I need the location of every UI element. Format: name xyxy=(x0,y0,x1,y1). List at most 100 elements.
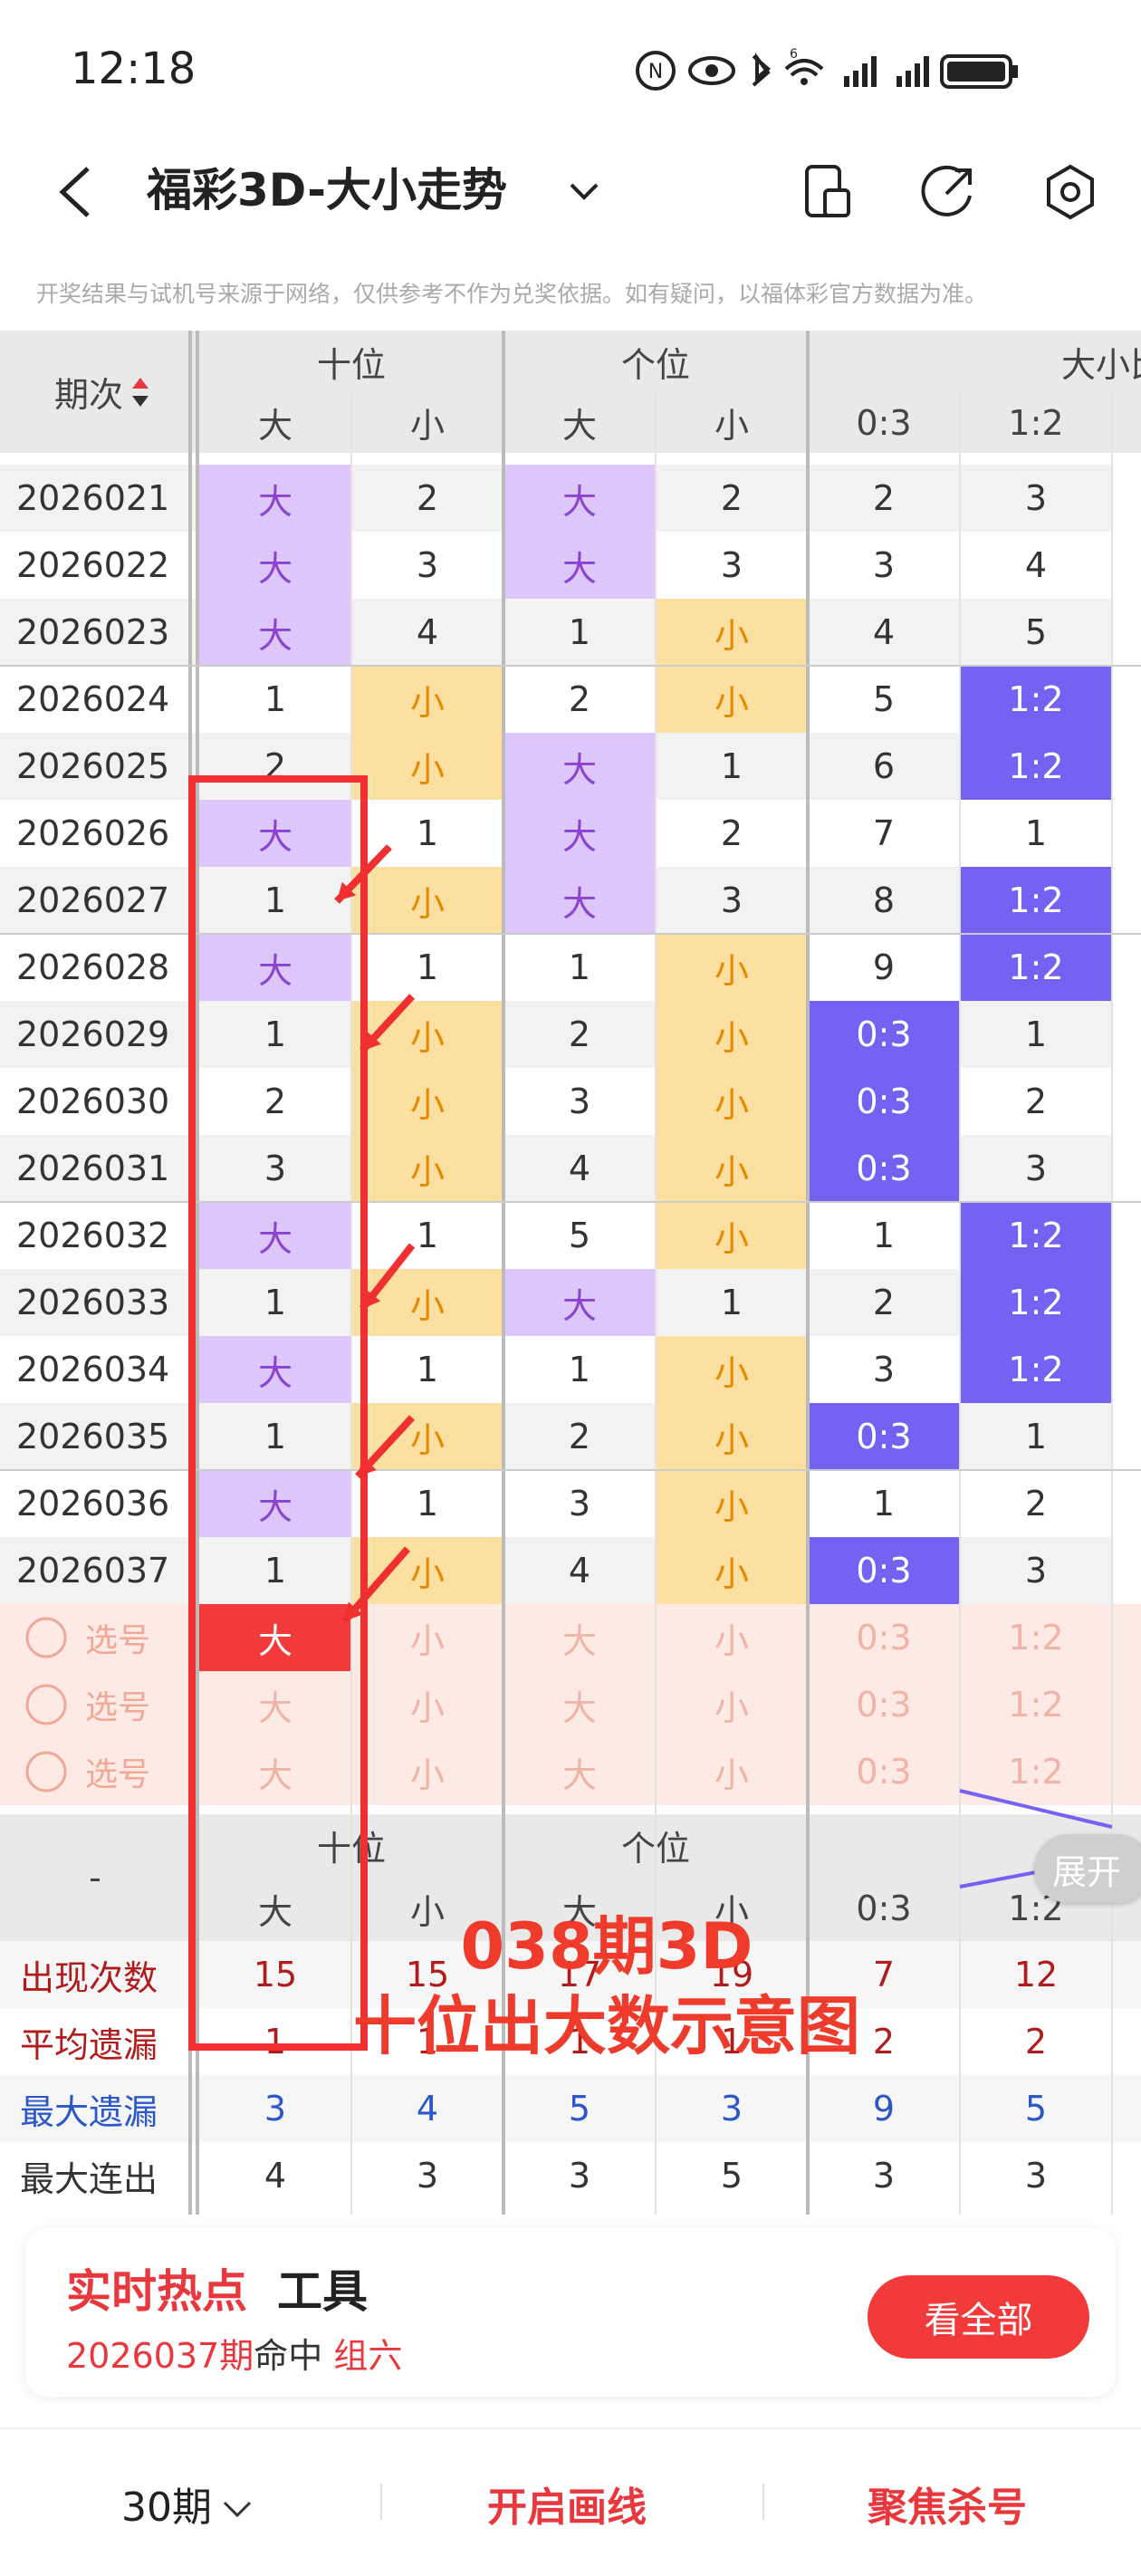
pick-cell[interactable]: 小 xyxy=(351,1604,503,1671)
value-cell: 1 xyxy=(872,1484,896,1523)
group-header-units: 个位 xyxy=(503,331,808,392)
pick-label: 选号 xyxy=(85,1756,151,1793)
share-icon[interactable] xyxy=(919,163,977,221)
pick-label: 选号 xyxy=(85,1622,151,1659)
chevron-down-icon xyxy=(223,2501,252,2518)
radio-icon[interactable] xyxy=(24,1682,69,1727)
pick-selector[interactable]: 选号 xyxy=(0,1604,190,1671)
pick-cell[interactable]: 大 xyxy=(199,1738,351,1805)
pick-cell[interactable]: 大 xyxy=(503,1738,656,1805)
divider xyxy=(380,2484,382,2520)
status-bar: 12:18 N 6 xyxy=(0,0,1141,136)
value-cell: 1:2 xyxy=(960,1202,1112,1269)
svg-text:6: 6 xyxy=(790,47,798,62)
stats-value: 3 xyxy=(416,2156,439,2196)
pick-selector[interactable]: 选号 xyxy=(0,1671,190,1738)
radio-icon[interactable] xyxy=(24,1749,69,1794)
ratio-overflow-cell xyxy=(1112,733,1141,800)
ratio-overflow-cell xyxy=(1112,532,1141,599)
pick-cell[interactable]: 小 xyxy=(656,1738,808,1805)
pick-cell[interactable]: 小 xyxy=(656,1671,808,1738)
pick-cell[interactable]: 1:2 xyxy=(960,1604,1112,1671)
stats-value: 3 xyxy=(872,2156,896,2196)
pick-cell[interactable]: 大 xyxy=(503,1671,656,1738)
pick-cell[interactable]: 小 xyxy=(351,1738,503,1805)
value-cell: 3 xyxy=(872,1350,896,1389)
value-cell: 2 xyxy=(872,1283,896,1322)
radio-icon[interactable] xyxy=(24,1615,69,1660)
expand-button[interactable]: 展开 xyxy=(1034,1834,1141,1903)
period-cell: 2026022 xyxy=(16,545,170,585)
value-cell: 1:2 xyxy=(960,733,1112,800)
ratio-overflow-cell xyxy=(1112,1336,1141,1403)
value-cell: 大 xyxy=(199,1470,351,1537)
draw-line-button[interactable]: 开启画线 xyxy=(487,2475,647,2533)
value-cell: 4 xyxy=(872,612,896,652)
value-cell: 3 xyxy=(872,545,896,585)
period-cell: 2026026 xyxy=(16,813,170,853)
period-header[interactable]: 期次 xyxy=(0,331,190,453)
value-cell: 2 xyxy=(568,1417,591,1456)
value-cell: 小 xyxy=(656,1001,808,1068)
settings-icon[interactable] xyxy=(1041,163,1099,221)
value-cell: 2 xyxy=(872,478,896,518)
value-cell: 大 xyxy=(199,465,351,532)
value-cell: 1 xyxy=(720,746,743,786)
pick-cell[interactable]: 小 xyxy=(656,1604,808,1671)
page-title[interactable]: 福彩3D-大小走势 xyxy=(147,158,507,223)
sort-icon[interactable] xyxy=(130,374,150,410)
phone-icon[interactable] xyxy=(801,163,856,221)
ratio-overflow-cell xyxy=(1112,1269,1141,1336)
focus-kill-button[interactable]: 聚焦杀号 xyxy=(868,2475,1027,2533)
value-cell: 0:3 xyxy=(808,1068,960,1135)
periods-select[interactable]: 30期 xyxy=(121,2475,257,2533)
pick-cell[interactable]: 0:3 xyxy=(808,1604,960,1671)
value-cell: 1 xyxy=(416,1484,439,1523)
sub-header: 小 xyxy=(351,392,503,453)
pick-cell[interactable]: 大 xyxy=(199,1671,351,1738)
sub-header: 小 xyxy=(656,392,808,453)
stats-value: 2 xyxy=(1024,2022,1048,2062)
status-icons: N 6 xyxy=(636,47,1018,91)
ratio-overflow-cell xyxy=(1112,934,1141,1001)
value-cell: 小 xyxy=(656,1202,808,1269)
pick-cell[interactable]: 1:2 xyxy=(960,1671,1112,1738)
value-cell: 大 xyxy=(503,465,656,532)
value-cell: 5 xyxy=(872,679,896,719)
value-cell: 1 xyxy=(264,1551,287,1591)
period-cell: 2026028 xyxy=(16,947,170,987)
value-cell: 小 xyxy=(656,1470,808,1537)
chevron-down-icon[interactable] xyxy=(566,179,602,205)
period-cell: 2026029 xyxy=(16,1014,170,1054)
value-cell: 1 xyxy=(264,880,287,920)
pick-cell[interactable]: 大 xyxy=(503,1604,656,1671)
ratio-overflow-cell xyxy=(1112,465,1141,532)
value-cell: 大 xyxy=(503,532,656,599)
back-button[interactable] xyxy=(50,163,104,221)
value-cell: 大 xyxy=(503,800,656,867)
hot-card: 实时热点 工具 2026037期命中 组六 看全部 xyxy=(25,2228,1116,2397)
period-cell: 2026035 xyxy=(16,1417,170,1456)
pick-cell[interactable]: 1:2 xyxy=(960,1738,1112,1805)
value-cell: 1 xyxy=(264,1283,287,1322)
ratio-overflow-cell xyxy=(1112,867,1141,934)
pick-cell[interactable]: 小 xyxy=(351,1671,503,1738)
value-cell: 2 xyxy=(264,746,287,786)
value-cell: 3 xyxy=(1024,1551,1048,1591)
value-cell: 5 xyxy=(1024,612,1048,652)
sub-header: 大 xyxy=(199,392,351,453)
value-cell: 2 xyxy=(568,679,591,719)
stats-label: 平均遗漏 xyxy=(20,2024,158,2065)
pick-selector[interactable]: 选号 xyxy=(0,1738,190,1805)
value-cell: 2 xyxy=(416,478,439,518)
pick-cell[interactable]: 0:3 xyxy=(808,1671,960,1738)
group-header-ratio: 大小比 xyxy=(808,331,1141,392)
value-cell: 1 xyxy=(416,947,439,987)
stats-label: 出现次数 xyxy=(20,1957,158,1998)
value-cell: 8 xyxy=(872,880,896,920)
pick-cell[interactable]: 大 xyxy=(199,1604,351,1671)
see-all-button[interactable]: 看全部 xyxy=(868,2275,1089,2359)
value-cell: 1 xyxy=(1024,813,1048,853)
pick-cell[interactable]: 0:3 xyxy=(808,1738,960,1805)
stats-value: 4 xyxy=(264,2156,287,2196)
